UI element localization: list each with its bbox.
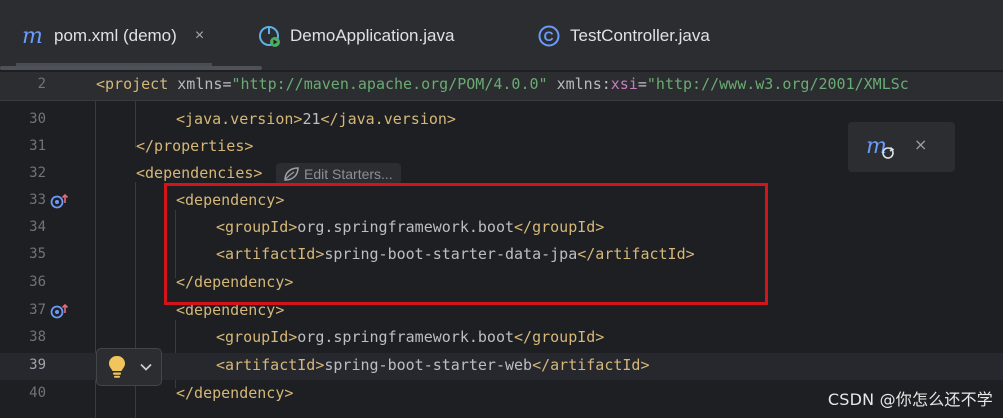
code-text: </dependency> bbox=[176, 384, 294, 402]
editor-tab-bar: m pom.xml (demo) × DemoApplication.java bbox=[0, 0, 1003, 70]
line-number: 37 bbox=[29, 302, 46, 318]
code-text: <groupId>org.springframework.boot</group… bbox=[216, 328, 605, 346]
edit-starters-label: Edit Starters... bbox=[304, 166, 393, 182]
intention-actions-button[interactable] bbox=[96, 348, 162, 386]
line-number: 2 bbox=[37, 76, 46, 92]
line-number: 35 bbox=[29, 246, 46, 262]
chevron-down-icon bbox=[140, 363, 152, 371]
spring-boot-run-icon bbox=[256, 23, 282, 49]
tab-demo-application[interactable]: DemoApplication.java bbox=[256, 16, 454, 56]
maven-m-icon: m bbox=[20, 23, 46, 49]
code-text: <project xmlns="http://maven.apache.org/… bbox=[96, 75, 909, 93]
code-text: </properties> bbox=[136, 137, 254, 155]
maven-reload-icon[interactable]: m bbox=[866, 134, 896, 160]
code-line: 2 <project xmlns="http://maven.apache.or… bbox=[0, 72, 1003, 99]
edit-starters-hint[interactable]: Edit Starters... bbox=[276, 163, 401, 185]
tab-label: DemoApplication.java bbox=[290, 26, 455, 45]
line-number: 30 bbox=[29, 111, 46, 127]
dependency-navigate-icon[interactable] bbox=[50, 302, 70, 320]
dependency-navigate-icon[interactable] bbox=[50, 192, 70, 210]
tab-test-controller[interactable]: C TestController.java bbox=[536, 16, 710, 56]
spring-leaf-icon bbox=[282, 166, 300, 182]
watermark: CSDN @你怎么还不学 bbox=[827, 390, 993, 409]
tab-label: pom.xml (demo) bbox=[54, 26, 177, 45]
ide-window: m pom.xml (demo) × DemoApplication.java bbox=[0, 0, 1003, 418]
svg-text:C: C bbox=[544, 28, 554, 44]
line-number: 34 bbox=[29, 219, 46, 235]
tab-pom-xml[interactable]: m pom.xml (demo) × bbox=[15, 16, 213, 66]
maven-reload-panel: m × bbox=[848, 122, 955, 172]
line-number: 39 bbox=[29, 357, 46, 373]
close-icon[interactable]: × bbox=[195, 27, 204, 45]
code-text: <artifactId>spring-boot-starter-web</art… bbox=[216, 356, 650, 374]
line-number: 31 bbox=[29, 138, 46, 154]
annotation-highlight-box bbox=[164, 183, 768, 305]
line-number: 33 bbox=[29, 192, 46, 208]
line-number: 36 bbox=[29, 274, 46, 290]
code-text: <dependencies> bbox=[136, 164, 263, 182]
lightbulb-icon bbox=[109, 356, 125, 378]
line-number: 40 bbox=[29, 385, 46, 401]
svg-text:m: m bbox=[22, 25, 43, 47]
close-icon[interactable]: × bbox=[914, 135, 927, 154]
line-number: 32 bbox=[29, 165, 46, 181]
tab-label: TestController.java bbox=[570, 26, 710, 45]
line-number: 38 bbox=[29, 329, 46, 345]
code-text: <java.version>21</java.version> bbox=[176, 110, 456, 128]
java-class-icon: C bbox=[536, 23, 562, 49]
